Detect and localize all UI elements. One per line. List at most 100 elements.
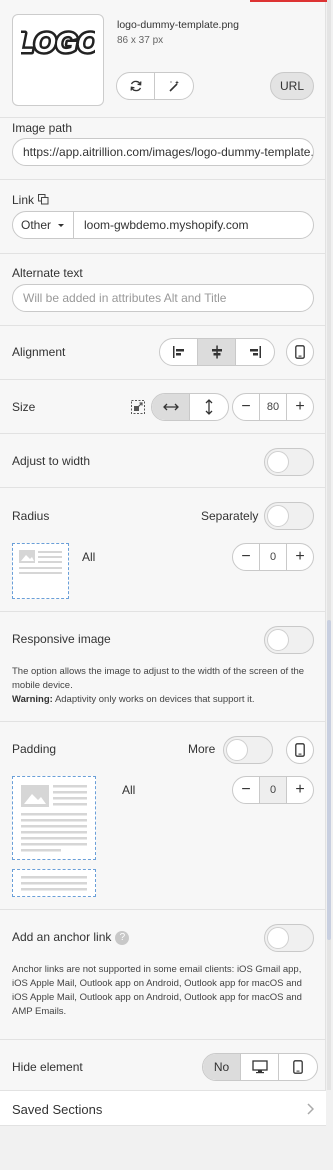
padding-preview <box>12 776 96 860</box>
radius-stepper: − 0 + <box>232 543 314 571</box>
size-increase-button[interactable]: + <box>287 394 313 420</box>
scrollbar[interactable] <box>327 0 331 1090</box>
hide-section: Hide element No <box>0 1040 326 1090</box>
padding-label: Padding <box>12 742 57 756</box>
hide-options-group: No <box>202 1053 318 1081</box>
padding-more-label: More <box>188 742 216 756</box>
radius-decrease-button[interactable]: − <box>233 544 259 570</box>
edit-image-button[interactable] <box>155 73 193 99</box>
size-stepper: − 80 + <box>232 393 314 421</box>
padding-more-toggle[interactable] <box>223 736 273 764</box>
adjust-width-section: Adjust to width <box>0 434 326 488</box>
hide-label: Hide element <box>12 1060 83 1074</box>
hide-desktop-button[interactable] <box>241 1054 279 1080</box>
image-filename: logo-dummy-template.png <box>117 19 239 31</box>
image-dimensions: 86 x 37 px <box>117 35 164 46</box>
top-accent-line <box>250 0 330 2</box>
mobile-icon <box>293 1060 303 1074</box>
align-left-button[interactable] <box>160 339 198 365</box>
align-left-icon <box>172 346 184 358</box>
alt-text-input[interactable]: Will be added in attributes Alt and Titl… <box>12 284 314 312</box>
image-section: LOGO LOGO logo-dummy-template.png 86 x 3… <box>0 0 326 118</box>
adjust-width-toggle[interactable] <box>264 448 314 476</box>
radius-separately-toggle[interactable] <box>264 502 314 530</box>
scrollbar-thumb[interactable] <box>327 620 331 940</box>
image-path-section: Image path https://app.aitrillion.com/im… <box>0 118 326 180</box>
alignment-label: Alignment <box>12 345 66 359</box>
link-type-value: Other <box>20 218 51 232</box>
padding-increase-button[interactable]: + <box>287 777 313 803</box>
alignment-group <box>159 338 275 366</box>
anchor-label: Add an anchor link? <box>12 930 130 945</box>
padding-preview-secondary <box>12 869 96 897</box>
padding-stepper: − 0 + <box>232 776 314 804</box>
radius-separately-label: Separately <box>201 509 259 523</box>
padding-value[interactable]: 0 <box>259 777 287 803</box>
mobile-icon <box>295 743 305 757</box>
anchor-description: Anchor links are not supported in some e… <box>12 964 302 1017</box>
link-input-group: Other loom-gwbdemo.myshopify.com <box>12 211 314 239</box>
height-mode-button[interactable] <box>190 394 228 420</box>
chevron-right-icon <box>307 1103 314 1115</box>
width-mode-button[interactable] <box>152 394 190 420</box>
saved-sections-label: Saved Sections <box>12 1102 103 1117</box>
radius-value[interactable]: 0 <box>259 544 287 570</box>
responsive-description: The option allows the image to adjust to… <box>12 666 305 705</box>
hide-no-button[interactable]: No <box>203 1054 241 1080</box>
align-center-button[interactable] <box>198 339 236 365</box>
link-url-input[interactable]: loom-gwbdemo.myshopify.com <box>74 218 249 232</box>
text-lines-icon <box>21 876 87 891</box>
alt-text-section: Alternate text Will be added in attribut… <box>0 254 326 326</box>
anchor-section: Add an anchor link? Anchor links are not… <box>0 910 326 1040</box>
replace-image-button[interactable] <box>117 73 155 99</box>
size-mode-group <box>151 393 229 421</box>
link-type-select[interactable]: Other <box>13 212 74 238</box>
responsive-label: Responsive image <box>12 632 111 646</box>
padding-all-label: All <box>122 783 136 797</box>
align-right-icon <box>250 346 261 358</box>
url-button[interactable]: URL <box>270 72 314 100</box>
auto-size-icon[interactable] <box>131 400 145 414</box>
image-path-label: Image path <box>12 121 73 135</box>
magic-wand-icon <box>169 80 179 92</box>
size-decrease-button[interactable]: − <box>233 394 259 420</box>
align-center-icon <box>211 345 222 359</box>
radius-label: Radius <box>12 509 50 523</box>
image-placeholder-icon <box>19 550 62 574</box>
adjust-width-label: Adjust to width <box>12 454 91 468</box>
alignment-section: Alignment <box>0 326 326 380</box>
copy-link-icon[interactable] <box>38 194 49 205</box>
radius-increase-button[interactable]: + <box>287 544 313 570</box>
image-settings-panel: LOGO LOGO logo-dummy-template.png 86 x 3… <box>0 0 326 1090</box>
mobile-icon <box>295 345 305 359</box>
radius-preview <box>12 543 69 599</box>
size-label: Size <box>12 400 36 414</box>
size-section: Size − 80 + <box>0 380 326 434</box>
svg-text:LOGO: LOGO <box>21 27 95 58</box>
refresh-icon <box>130 80 141 92</box>
alt-text-label: Alternate text <box>12 266 83 280</box>
help-icon[interactable]: ? <box>115 930 130 945</box>
mobile-padding-button[interactable] <box>286 736 314 764</box>
horizontal-arrows-icon <box>162 403 179 411</box>
responsive-section: Responsive image The option allows the i… <box>0 612 326 722</box>
mobile-alignment-button[interactable] <box>286 338 314 366</box>
responsive-toggle[interactable] <box>264 626 314 654</box>
desktop-icon <box>251 1060 268 1074</box>
padding-decrease-button[interactable]: − <box>233 777 259 803</box>
chevron-down-icon <box>58 223 64 227</box>
radius-section: Radius Separately All − 0 + <box>0 488 326 612</box>
link-label: Link <box>12 193 49 207</box>
image-path-input[interactable]: https://app.aitrillion.com/images/logo-d… <box>12 138 314 166</box>
logo-image: LOGO LOGO <box>21 25 95 59</box>
align-right-button[interactable] <box>236 339 274 365</box>
hide-mobile-button[interactable] <box>279 1054 317 1080</box>
padding-section: Padding More All − 0 + <box>0 722 326 910</box>
saved-sections-row[interactable]: Saved Sections <box>0 1090 326 1126</box>
vertical-arrows-icon <box>205 399 213 415</box>
image-thumbnail[interactable]: LOGO LOGO <box>12 14 104 106</box>
image-actions-group <box>116 72 194 100</box>
anchor-toggle[interactable] <box>264 924 314 952</box>
content-placeholder-icon <box>21 785 87 852</box>
size-value[interactable]: 80 <box>259 394 287 420</box>
